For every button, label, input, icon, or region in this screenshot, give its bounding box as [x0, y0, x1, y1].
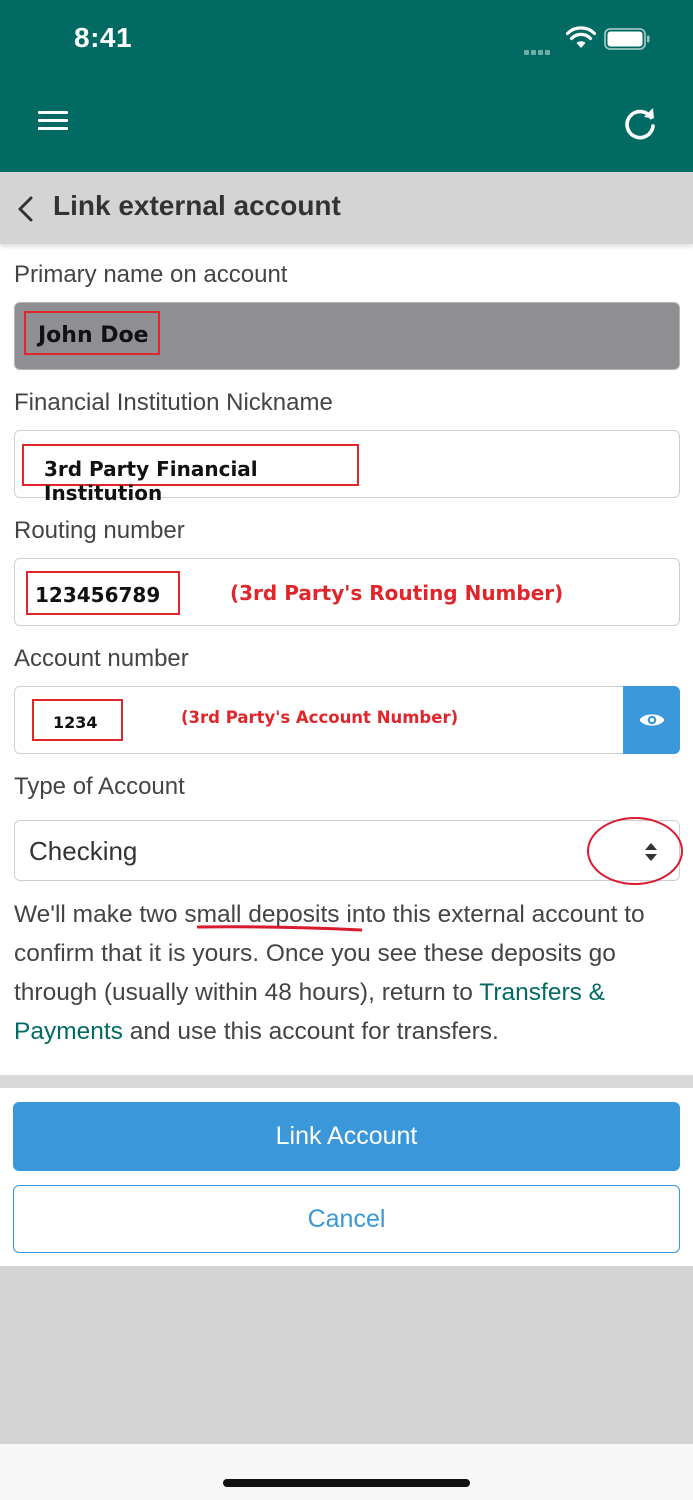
app-bar — [0, 80, 693, 172]
routing-number-input[interactable]: 123456789 (3rd Party's Routing Number) — [14, 558, 680, 626]
status-time: 8:41 — [74, 22, 133, 53]
info-text-part: and use this account for transfers. — [122, 1018, 499, 1045]
account-number-annotation: (3rd Party's Account Number) — [181, 708, 459, 727]
hamburger-menu-icon[interactable] — [36, 106, 72, 142]
deposit-info-text: We'll make two small deposits into this … — [14, 895, 684, 1051]
dropdown-highlight-annotation — [587, 817, 683, 885]
section-divider — [0, 1075, 693, 1088]
nickname-input[interactable]: 3rd Party Financial Institution — [14, 430, 680, 505]
routing-number-value: 123456789 — [26, 571, 180, 615]
link-account-button[interactable]: Link Account — [13, 1102, 680, 1171]
account-type-label: Type of Account — [14, 773, 185, 800]
home-indicator-area — [0, 1444, 693, 1500]
primary-name-label: Primary name on account — [14, 261, 288, 288]
nickname-value: 3rd Party Financial Institution — [22, 444, 359, 505]
account-number-label: Account number — [14, 645, 189, 672]
wifi-icon — [566, 26, 596, 48]
routing-label: Routing number — [14, 517, 185, 544]
account-number-value: 1234 — [32, 699, 123, 741]
eye-icon — [639, 714, 665, 726]
cancel-button[interactable]: Cancel — [13, 1185, 680, 1253]
cellular-signal-icon — [524, 42, 558, 55]
home-indicator[interactable] — [223, 1479, 470, 1487]
bottom-area — [0, 1266, 693, 1444]
nickname-label: Financial Institution Nickname — [14, 389, 333, 416]
chevron-left-icon[interactable] — [12, 192, 42, 226]
page-header: Link external account — [0, 172, 693, 244]
account-number-input[interactable]: 1234 (3rd Party's Account Number) — [14, 686, 680, 754]
info-text-part: We'll make two — [14, 901, 185, 928]
routing-number-annotation: (3rd Party's Routing Number) — [230, 581, 564, 605]
status-bar: 8:41 — [0, 0, 693, 80]
underline-annotation — [197, 925, 362, 932]
primary-name-field: John Doe — [14, 302, 680, 370]
page-title: Link external account — [53, 190, 341, 221]
show-account-number-button[interactable] — [623, 686, 680, 754]
primary-name-value: John Doe — [24, 311, 160, 355]
refresh-icon[interactable] — [620, 104, 660, 144]
account-type-select[interactable]: Checking — [14, 820, 680, 881]
battery-icon — [604, 28, 650, 50]
account-type-value: Checking — [29, 836, 138, 866]
